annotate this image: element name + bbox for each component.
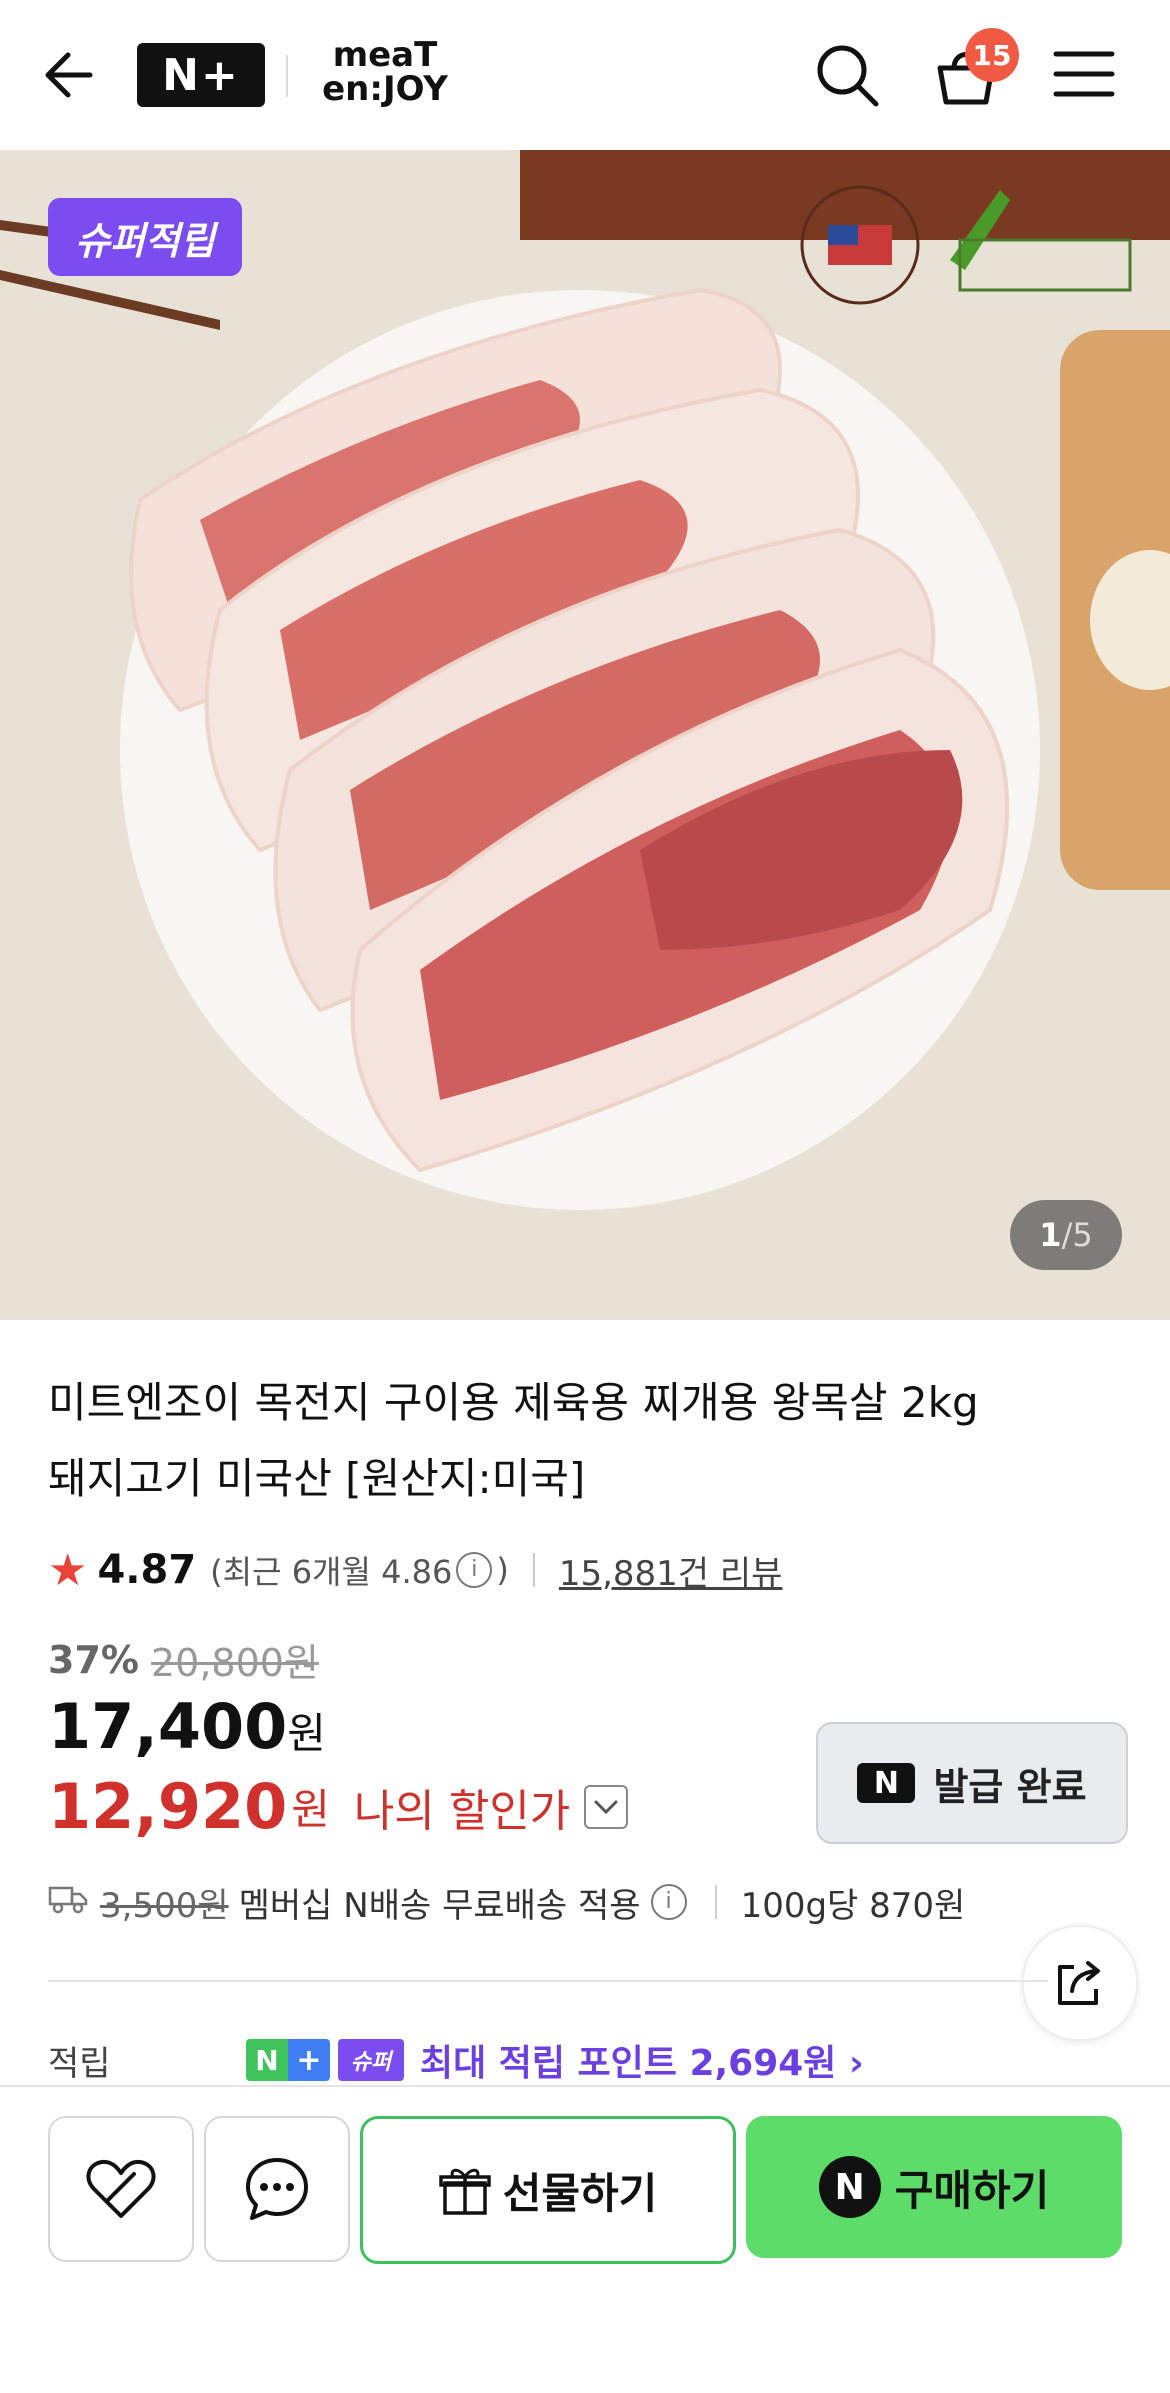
my-price-unit: 원 (291, 1785, 330, 1834)
my-discount-price[interactable]: 12,920 원 나의 할인가 (48, 1770, 629, 1843)
product-title-line2: 돼지고기 미국산 [원산지:미국] (48, 1454, 586, 1503)
coupon-issued-button[interactable]: N 발급 완료 (816, 1722, 1128, 1844)
np-mini-plus: + (288, 2039, 330, 2081)
np-mini-n: N (246, 2039, 288, 2081)
brand-logo-line2: en:JOY (322, 69, 448, 109)
rating-row: ★ 4.87 (최근 6개월 4.86 i ) 15,881건 리뷰 (48, 1540, 782, 1600)
product-title: 미트엔조이 목전지 구이용 제육용 찌개용 왕목살 2kg 돼지고기 미국산 [… (48, 1365, 1128, 1517)
product-title-line1: 미트엔조이 목전지 구이용 제육용 찌개용 왕목살 2kg (48, 1378, 979, 1427)
recent-rating-close: ) (496, 1551, 509, 1589)
my-price-value: 12,920 (48, 1770, 288, 1843)
naver-n-icon: N (857, 1763, 916, 1803)
points-row[interactable]: 적립 N + 슈퍼 최대 적립 포인트 2,694원 › (48, 2032, 864, 2088)
back-arrow-icon[interactable] (40, 40, 104, 110)
divider (532, 1553, 535, 1587)
wishlist-button[interactable] (48, 2116, 194, 2262)
shipping-row: 3,500원 멤버십 N배송 무료배송 적용 i 100g당 870원 (48, 1876, 965, 1928)
super-points-badge: 슈퍼적립 (48, 198, 242, 276)
section-divider (48, 1980, 1048, 1982)
shipping-original-fee: 3,500원 (100, 1885, 229, 1926)
cart-count-badge: 15 (965, 28, 1019, 82)
shipping-info-icon[interactable]: i (650, 1884, 687, 1920)
gift-icon (438, 2168, 491, 2215)
info-icon[interactable]: i (456, 1552, 493, 1588)
rating-score: 4.87 (97, 1547, 197, 1593)
unit-price: 100g당 870원 (740, 1885, 966, 1926)
product-image[interactable] (0, 150, 1170, 1320)
menu-icon[interactable] (1052, 48, 1116, 100)
shipping-text: 멤버십 N배송 무료배송 적용 (238, 1885, 641, 1926)
sale-price-unit: 원 (287, 1709, 326, 1758)
sale-price-value: 17,400 (48, 1690, 288, 1763)
my-price-label: 나의 할인가 (353, 1785, 571, 1837)
image-counter-current: 1 (1039, 1216, 1062, 1254)
image-counter-total: /5 (1061, 1216, 1093, 1254)
chevron-down-icon[interactable] (584, 1784, 629, 1829)
gift-label: 선물하기 (502, 2168, 658, 2218)
coupon-label: 발급 완료 (933, 1764, 1087, 1809)
chat-button[interactable] (204, 2116, 350, 2262)
naver-plus-logo[interactable]: N+ (137, 43, 265, 107)
share-icon (1058, 1961, 1100, 2005)
chat-bubble-icon (246, 2158, 308, 2220)
max-points-link[interactable]: 최대 적립 포인트 2,694원 › (420, 2034, 864, 2086)
search-icon[interactable] (812, 40, 882, 110)
sale-price: 17,400원 (48, 1690, 326, 1763)
brand-logo[interactable]: meaT en:JOY (310, 38, 460, 114)
buy-label: 구매하기 (894, 2165, 1050, 2215)
truck-icon (48, 1882, 88, 1923)
image-counter: 1/5 (1010, 1200, 1122, 1270)
header-divider (286, 55, 288, 97)
divider (714, 1885, 717, 1919)
naver-pay-n-icon: N (818, 2156, 881, 2218)
discount-row: 37% 20,800원 (48, 1632, 319, 1687)
review-count-link[interactable]: 15,881건 리뷰 (559, 1546, 783, 1595)
heart-icon (86, 2159, 156, 2218)
original-price: 20,800원 (150, 1641, 319, 1685)
points-label: 적립 (48, 2043, 111, 2084)
share-button[interactable] (1022, 1925, 1138, 2041)
buy-button[interactable]: N 구매하기 (746, 2116, 1122, 2258)
recent-rating: (최근 6개월 4.86 (210, 1553, 453, 1591)
super-mini-badge: 슈퍼 (338, 2039, 404, 2081)
brand-logo-line1: meaT (332, 35, 438, 75)
gift-button[interactable]: 선물하기 (360, 2116, 736, 2264)
discount-percent: 37% (48, 1637, 139, 1682)
star-icon: ★ (48, 1544, 88, 1596)
naver-plus-mini-logo: N + (246, 2039, 330, 2081)
